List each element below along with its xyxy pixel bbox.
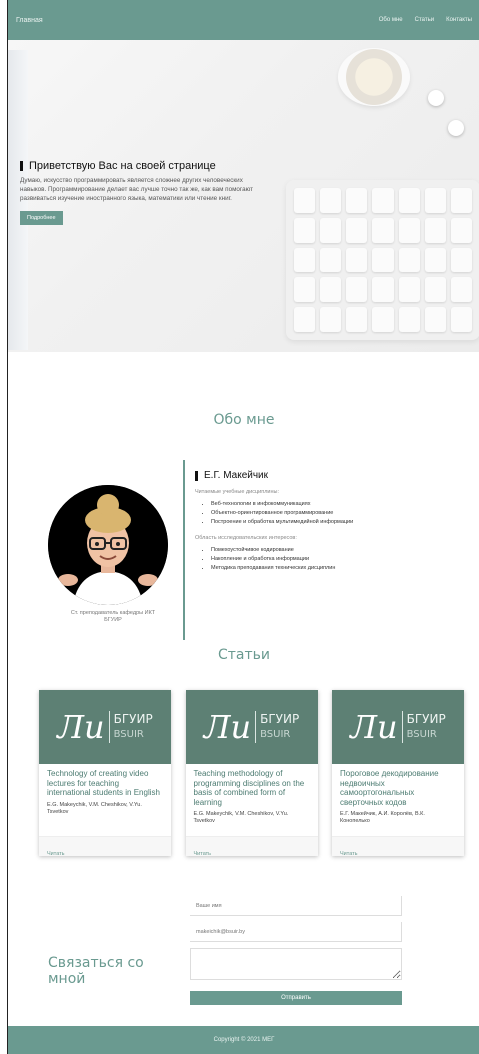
article-authors: Е.Г. Макейчик, А.И. Королёв, В.К. Конопе… [340, 811, 425, 824]
nav-link-articles[interactable]: Статьи [415, 17, 434, 23]
article-card: Ли БГУИР BSUIR Пороговое декодирование н… [332, 690, 464, 857]
course-item: Построение и обработка мультимедийной ин… [211, 518, 443, 527]
about-name-text: Е.Г. Макейчик [204, 470, 269, 481]
hero-description: Думаю, искусство программировать являетс… [20, 177, 254, 202]
hero-title-text: Приветствую Вас на своей странице [29, 160, 216, 172]
avatar-illustration [48, 485, 168, 605]
article-authors: E.G. Makeychik, V.M. Cheshikov, V.Yu. Ts… [193, 811, 289, 824]
nav-home-link[interactable]: Главная [16, 17, 43, 24]
bsuir-logo: Ли БГУИР BSUIR [332, 690, 464, 764]
copyright-text: Copyright © 2021 МЕГ [213, 1037, 275, 1043]
nav-link-about[interactable]: Обо мне [379, 17, 403, 23]
contact-form: Отправить [190, 896, 402, 1005]
hero-coffee-cup-image [338, 48, 410, 106]
hero-section: Приветствую Вас на своей странице Думаю,… [8, 40, 479, 352]
interest-item: Накопление и обработка информации [211, 555, 443, 564]
article-authors: E.G. Makeychik, V.M. Cheshikov, V.Yu. Ts… [47, 801, 142, 815]
avatar-caption: Ст. преподаватель кафедры ИКТ БГУИР [70, 610, 156, 623]
courses-label: Читаемые учебные дисциплины: [195, 489, 280, 495]
hero-earbud-image [428, 90, 444, 106]
article-title: Пороговое декодирование недвоичных самоо… [340, 769, 439, 807]
bsuir-logo-name: БГУИР [113, 712, 153, 726]
articles-list: Ли БГУИР BSUIR Technology of creating vi… [39, 690, 464, 857]
course-item: Объектно-ориентированное программировани… [211, 509, 443, 518]
course-item: Веб-технологии в инфокоммуникациях [211, 500, 443, 509]
nav-links: Обо мне Статьи Контакты [379, 17, 472, 23]
contact-heading: Связаться со мной [48, 955, 144, 987]
read-link[interactable]: Читать [47, 851, 65, 857]
bsuir-logo-mark: Ли [203, 708, 252, 746]
avatar [48, 485, 168, 605]
hero-title: Приветствую Вас на своей странице [20, 160, 270, 172]
bsuir-logo-sub: BSUIR [406, 729, 437, 740]
footer: Copyright © 2021 МЕГ [8, 1026, 479, 1054]
about-card: Е.Г. Макейчик Читаемые учебные дисциплин… [183, 460, 443, 640]
bsuir-logo-name: БГУИР [260, 712, 300, 726]
courses-list: Веб-технологии в инфокоммуникациях Объек… [195, 500, 443, 527]
about-heading: Обо мне [213, 412, 275, 428]
bsuir-logo-sub: BSUIR [260, 729, 291, 740]
name-accent-bar [195, 470, 198, 481]
message-field[interactable] [190, 948, 402, 980]
nav-link-contacts[interactable]: Контакты [446, 17, 472, 23]
bsuir-logo-sub: BSUIR [113, 729, 144, 740]
article-title: Teaching methodology of programming disc… [193, 769, 305, 807]
article-card: Ли БГУИР BSUIR Teaching methodology of p… [185, 690, 318, 857]
article-card: Ли БГУИР BSUIR Technology of creating vi… [39, 690, 171, 857]
hero-keyboard-image [286, 180, 479, 340]
bsuir-logo: Ли БГУИР BSUIR [39, 690, 171, 764]
read-link[interactable]: Читать [340, 851, 358, 857]
bsuir-logo-mark: Ли [350, 708, 398, 746]
interest-item: Помехоустойчивое кодирование [211, 546, 443, 555]
interest-item: Методика преподавания технических дисцип… [211, 564, 443, 573]
more-button[interactable]: Подробнее [20, 211, 63, 225]
read-link[interactable]: Читать [194, 851, 212, 857]
email-field[interactable] [190, 922, 402, 942]
interests-list: Помехоустойчивое кодирование Накопление … [195, 546, 443, 573]
page: Главная Обо мне Статьи Контакты Приветст… [7, 0, 479, 1054]
navbar: Главная Обо мне Статьи Контакты [8, 0, 479, 40]
bsuir-logo-mark: Ли [57, 708, 105, 746]
interests-label: Область исследовательских интересов: [195, 535, 297, 541]
hero-content: Приветствую Вас на своей странице Думаю,… [20, 160, 270, 225]
send-button[interactable]: Отправить [190, 991, 402, 1005]
about-name: Е.Г. Макейчик [195, 470, 443, 481]
article-title: Technology of creating video lectures fo… [47, 769, 160, 797]
bsuir-logo: Ли БГУИР BSUIR [185, 690, 318, 764]
hero-earbud-image [448, 120, 464, 136]
title-accent-bar [20, 161, 23, 171]
name-field[interactable] [190, 896, 402, 916]
bsuir-logo-name: БГУИР [406, 712, 446, 726]
articles-heading: Статьи [217, 647, 270, 663]
